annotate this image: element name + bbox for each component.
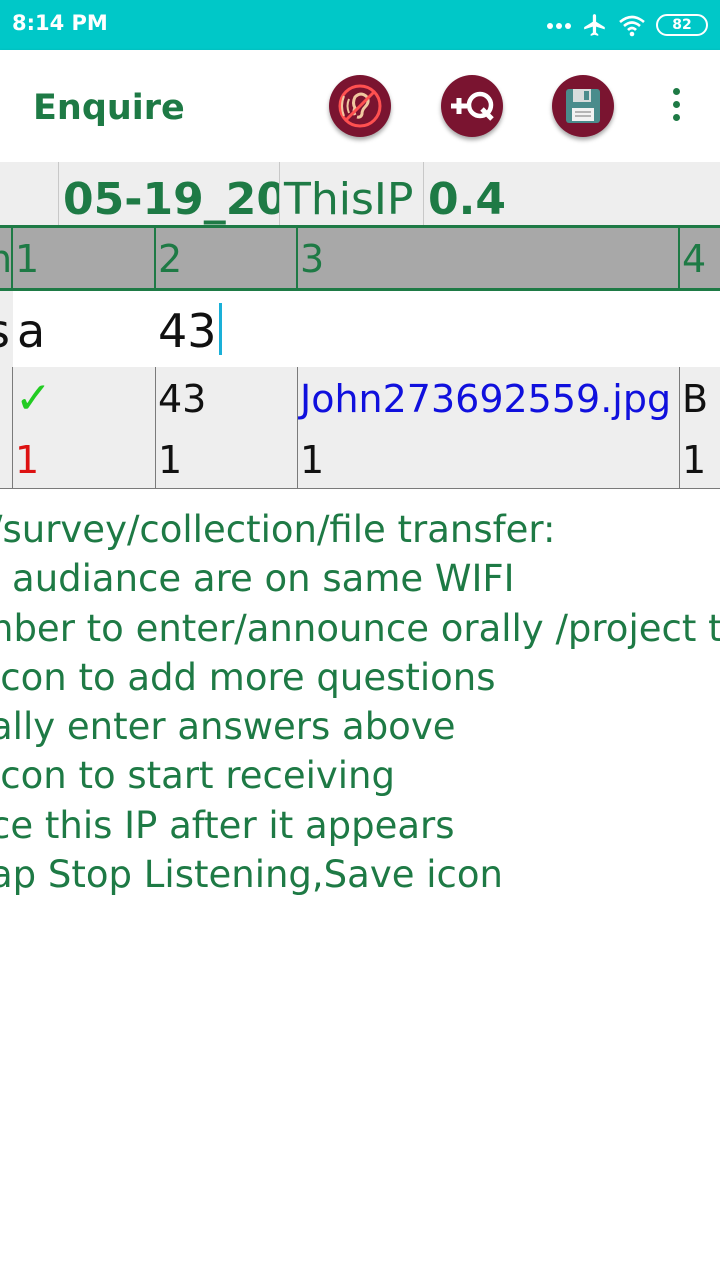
info-row: 05-19_20 ThisIP 0.4 bbox=[0, 162, 720, 225]
edit-cell-3[interactable] bbox=[298, 291, 680, 367]
instruction-line: nber to enter/announce orally /project t… bbox=[0, 606, 720, 650]
header-cell-1[interactable]: 1 bbox=[13, 228, 156, 288]
info-cell-0 bbox=[0, 162, 59, 225]
edit-cell-1[interactable]: a bbox=[13, 291, 156, 367]
instruction-line: ce this IP after it appears bbox=[0, 803, 455, 847]
instruction-line: ap Stop Listening,Save icon bbox=[0, 853, 503, 897]
add-question-icon bbox=[451, 91, 494, 121]
table-cell[interactable]: B bbox=[680, 367, 720, 428]
table-cell[interactable]: 1 bbox=[156, 428, 298, 488]
table-row: ✓ 43 John273692559.jpg B bbox=[0, 367, 720, 429]
instruction-line: icon to start receiving bbox=[0, 754, 395, 798]
status-bar: 8:14 PM 82 bbox=[0, 0, 720, 50]
header-cell-3[interactable]: 3 bbox=[298, 228, 680, 288]
add-question-button[interactable] bbox=[441, 75, 503, 137]
file-link[interactable]: John273692559.jpg bbox=[298, 367, 680, 428]
info-version-cell[interactable]: 0.4 bbox=[424, 162, 720, 225]
instruction-line: l audiance are on same WIFI bbox=[0, 557, 515, 601]
airplane-icon bbox=[584, 14, 605, 36]
status-time: 8:14 PM bbox=[12, 11, 108, 35]
instruction-line: /survey/collection/file transfer: bbox=[0, 508, 556, 551]
edit-cell-2[interactable]: 43 bbox=[156, 291, 298, 367]
header-cell-2[interactable]: 2 bbox=[156, 228, 298, 288]
floppy-disk-icon bbox=[566, 89, 600, 123]
more-dots-icon bbox=[547, 23, 571, 29]
instruction-line: ally enter answers above bbox=[0, 705, 456, 749]
text-caret bbox=[218, 303, 222, 355]
table-cell[interactable]: 1 bbox=[298, 428, 680, 488]
table-cell[interactable]: 1 bbox=[680, 428, 720, 488]
header-cell-4[interactable]: 4 bbox=[680, 228, 720, 288]
info-date-cell[interactable]: 05-19_20 bbox=[59, 162, 280, 225]
check-mark-icon[interactable]: ✓ bbox=[13, 367, 156, 428]
wifi-icon bbox=[619, 15, 645, 37]
save-button[interactable] bbox=[552, 75, 614, 137]
info-thisip-cell[interactable]: ThisIP bbox=[280, 162, 424, 225]
table-cell[interactable] bbox=[0, 428, 13, 488]
status-icons: 82 bbox=[546, 8, 708, 42]
edit-cell-2-value: 43 bbox=[158, 304, 217, 358]
edit-row: s a 43 bbox=[0, 291, 720, 367]
table-cell[interactable]: 43 bbox=[156, 367, 298, 428]
edit-cell-4[interactable] bbox=[680, 291, 720, 367]
app-bar: Enquire bbox=[0, 50, 720, 162]
stop-listening-button[interactable] bbox=[329, 75, 391, 137]
table-cell[interactable]: 1 bbox=[13, 428, 156, 488]
app-title: Enquire bbox=[33, 88, 185, 128]
header-cell-0[interactable]: n bbox=[0, 228, 13, 288]
battery-indicator: 82 bbox=[656, 14, 708, 36]
instructions-text: /survey/collection/file transfer: l audi… bbox=[0, 505, 720, 899]
edit-cell-0[interactable]: s bbox=[0, 291, 13, 367]
instruction-line: icon to add more questions bbox=[0, 655, 496, 699]
more-vert-icon[interactable] bbox=[664, 88, 688, 128]
table-row: 1 1 1 1 bbox=[0, 428, 720, 489]
header-row: n 1 2 3 4 bbox=[0, 225, 720, 291]
ear-crossed-icon bbox=[338, 84, 382, 128]
table-cell[interactable] bbox=[0, 367, 13, 428]
